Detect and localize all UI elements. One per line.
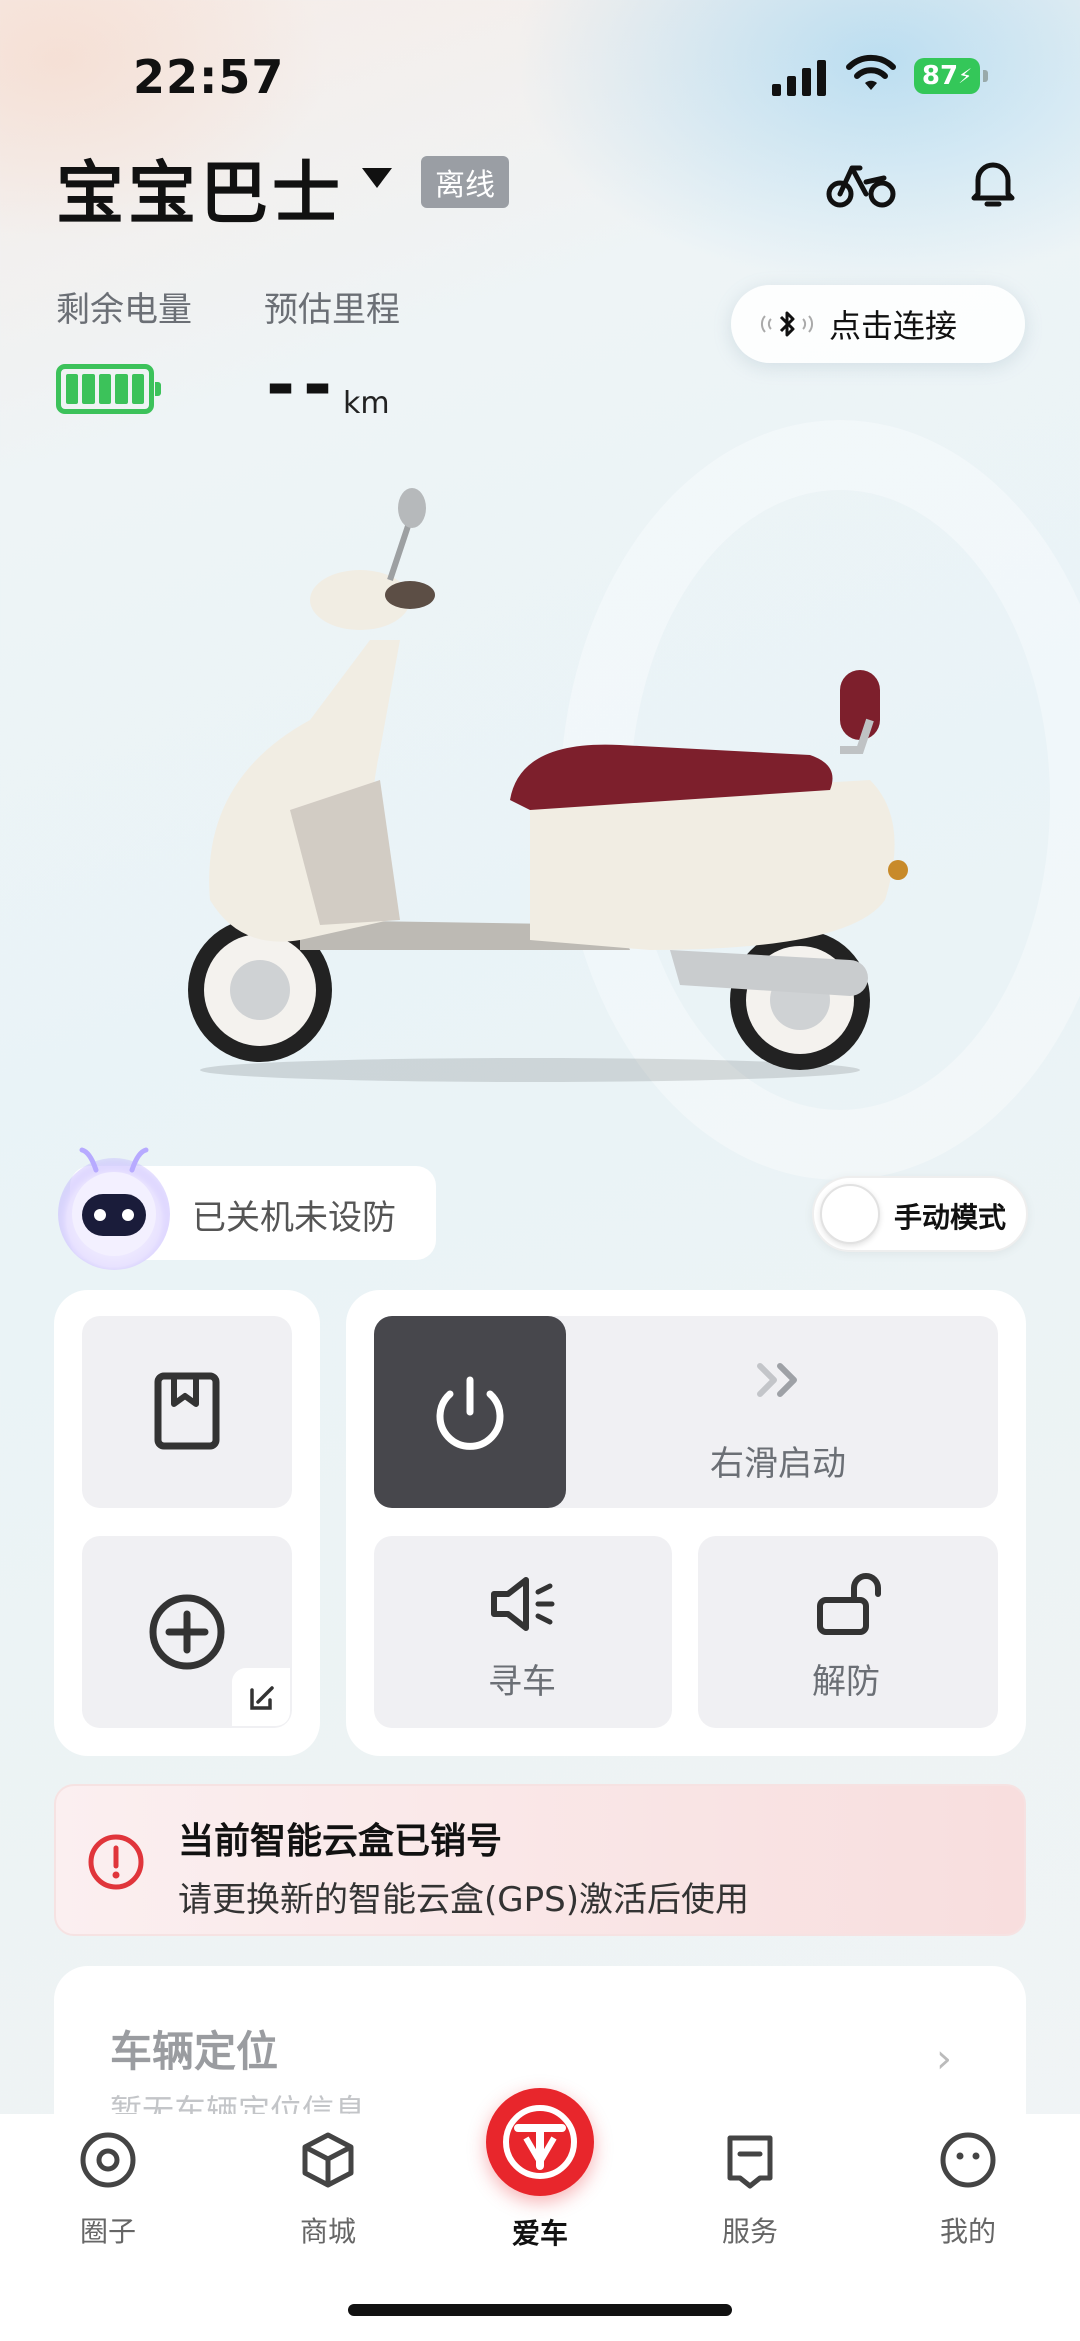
speaker-icon — [491, 1577, 555, 1631]
tab-community-label: 圈子 — [79, 2215, 136, 2248]
connect-label: 点击连接 — [829, 307, 958, 345]
power-slider-button[interactable] — [374, 1316, 566, 1508]
status-time: 22:57 — [133, 50, 285, 104]
disarm-button[interactable]: 解防 — [698, 1536, 998, 1728]
power-icon — [436, 1376, 504, 1450]
tab-profile-label: 我的 — [939, 2215, 996, 2248]
tab-my-vehicle-label: 爱车 — [511, 2217, 568, 2250]
bluetooth-icon — [761, 311, 813, 337]
message-icon — [727, 2135, 773, 2189]
status-bar: 22:57 87 ⚡ — [0, 0, 1080, 150]
wifi-icon — [846, 54, 896, 90]
battery-level-icon — [56, 364, 161, 414]
smiley-icon — [940, 2132, 996, 2188]
warning-icon — [88, 1834, 144, 1890]
alert-message: 请更换新的智能云盒(GPS)激活后使用 — [178, 1880, 749, 1920]
vehicle-state-text: 已关机未设防 — [192, 1198, 396, 1238]
assistant-robot-icon[interactable] — [54, 1140, 174, 1270]
battery-percent: 87 — [921, 61, 959, 91]
battery-label: 剩余电量 — [56, 290, 192, 330]
manual-book-button[interactable] — [82, 1316, 292, 1508]
vehicle-image — [188, 488, 908, 1082]
tab-mall-label: 商城 — [299, 2215, 356, 2248]
tab-service-label: 服务 — [721, 2215, 778, 2248]
circle-icon — [80, 2132, 136, 2188]
cellular-signal-icon — [772, 56, 826, 96]
slide-to-start-label: 右滑启动 — [710, 1444, 846, 1484]
offline-status-badge: 离线 — [421, 156, 509, 208]
find-vehicle-label: 寻车 — [488, 1662, 556, 1702]
range-label: 预估里程 — [264, 290, 400, 330]
book-icon — [154, 1372, 220, 1450]
tab-my-vehicle[interactable] — [486, 2088, 594, 2196]
location-title: 车辆定位 — [110, 2027, 279, 2076]
vehicle-dropdown-caret-icon[interactable] — [362, 168, 392, 188]
edit-shortcuts-button[interactable] — [232, 1668, 290, 1726]
home-indicator — [348, 2304, 732, 2316]
manual-mode-toggle-knob[interactable] — [820, 1184, 880, 1244]
cube-icon — [302, 2132, 354, 2188]
disarm-label: 解防 — [812, 1662, 880, 1702]
unlock-icon — [817, 1573, 881, 1635]
vehicle-name[interactable]: 宝宝巴士 — [56, 138, 344, 237]
battery-status: 87 ⚡ — [914, 58, 988, 94]
brand-logo-icon — [503, 2105, 577, 2179]
edit-icon — [250, 1686, 274, 1710]
range-unit: km — [343, 386, 390, 421]
range-value: -- — [266, 344, 341, 426]
chevron-right-icon: › — [936, 2036, 952, 2082]
scooter-switch-icon[interactable] — [826, 148, 896, 218]
notification-bell-icon[interactable] — [958, 148, 1028, 218]
find-vehicle-button[interactable]: 寻车 — [374, 1536, 672, 1728]
manual-mode-label: 手动模式 — [894, 1201, 1007, 1234]
double-chevron-right-icon — [757, 1363, 797, 1397]
bluetooth-connect-button[interactable]: 点击连接 — [731, 285, 1025, 363]
alert-title: 当前智能云盒已销号 — [178, 1821, 503, 1862]
